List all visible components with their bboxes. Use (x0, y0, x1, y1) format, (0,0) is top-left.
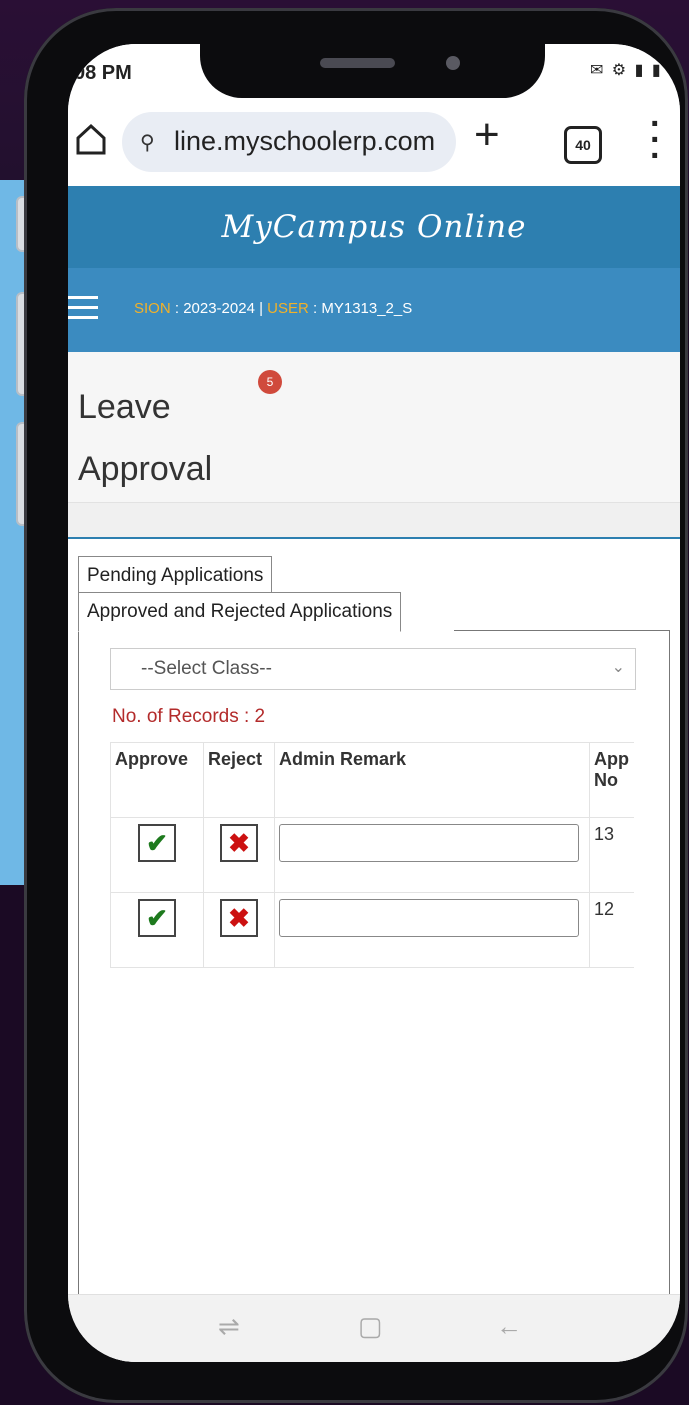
approve-check-icon[interactable]: ✔ (138, 824, 176, 862)
app-no-cell: 13 (589, 817, 634, 893)
records-count: No. of Records : 2 (112, 706, 266, 727)
header-reject: Reject (203, 742, 275, 818)
tab-panel (78, 630, 670, 1361)
tab-pending-applications[interactable]: Pending Applications (78, 556, 273, 596)
admin-remark-input[interactable] (279, 824, 579, 862)
tab-approved-rejected-applications[interactable]: Approved and Rejected Applications (78, 592, 402, 632)
header-approve: Approve (110, 742, 204, 818)
back-icon[interactable]: ← (496, 1311, 522, 1342)
app-no-cell: 12 (589, 892, 634, 968)
reject-cell: ✖ (203, 892, 275, 968)
reject-cell: ✖ (203, 817, 275, 893)
admin-remark-input[interactable] (279, 899, 579, 937)
session-info: SION : 2023-2024 | USER : MY1313_2_S (134, 300, 412, 317)
remark-cell (274, 817, 590, 893)
applications-table: Approve Reject Admin Remark App No ✔ ✖ 1… (110, 742, 634, 968)
class-select[interactable]: --Select Class-- ⌄ (110, 648, 636, 690)
chevron-down-icon: ⌄ (611, 659, 625, 676)
front-camera (446, 56, 460, 70)
tab-switcher-button[interactable]: 40 (564, 126, 602, 164)
session-value: : 2023-2024 | (170, 300, 268, 317)
page-title-line2: Approval (78, 450, 213, 488)
content-divider (68, 503, 680, 539)
menu-hamburger-icon[interactable] (68, 296, 98, 320)
more-menu-icon[interactable]: · · · (650, 107, 661, 173)
app-title: MyCampus Online (221, 209, 527, 245)
status-icons: ✉ ⚙ ▮ ▮ 6 (589, 62, 680, 79)
phone-screen: 08 PM ✉ ⚙ ▮ ▮ 6 ⚲ line.myschoolerp.com +… (68, 44, 680, 1362)
session-label: SION (134, 300, 171, 317)
remark-cell (274, 892, 590, 968)
home-button-icon[interactable]: ▢ (358, 1311, 383, 1342)
table-row: ✔ ✖ 12 (110, 892, 634, 968)
system-nav-bar: ⇌ ▢ ← (68, 1294, 680, 1362)
class-select-value: --Select Class-- (141, 658, 272, 679)
user-value: : MY1313_2_S (308, 300, 413, 317)
address-bar[interactable]: ⚲ line.myschoolerp.com (122, 112, 456, 172)
app-header: MyCampus Online (68, 186, 680, 268)
new-tab-icon[interactable]: + (474, 110, 500, 160)
table-header-row: Approve Reject Admin Remark App No (110, 742, 634, 818)
browser-toolbar: ⚲ line.myschoolerp.com + 40 · · · (68, 100, 680, 186)
page-title-area: Leave Approval 5 (68, 352, 680, 503)
speaker (320, 58, 395, 68)
site-settings-icon[interactable]: ⚲ (140, 130, 155, 155)
url-text: line.myschoolerp.com (174, 126, 436, 156)
table-row: ✔ ✖ 13 (110, 817, 634, 893)
approve-cell: ✔ (110, 817, 204, 893)
header-app-no: App No (589, 742, 634, 818)
reject-cross-icon[interactable]: ✖ (220, 899, 258, 937)
approve-check-icon[interactable]: ✔ (138, 899, 176, 937)
page-title: Leave Approval (78, 376, 278, 500)
approve-cell: ✔ (110, 892, 204, 968)
page-title-line1: Leave (78, 388, 171, 426)
recent-apps-icon[interactable]: ⇌ (218, 1311, 240, 1342)
notification-badge[interactable]: 5 (258, 370, 282, 394)
phone-notch (200, 36, 545, 98)
session-bar: SION : 2023-2024 | USER : MY1313_2_S (68, 268, 680, 352)
reject-cross-icon[interactable]: ✖ (220, 824, 258, 862)
status-time: 08 PM (74, 62, 132, 84)
header-app-no-line1: App (594, 749, 629, 769)
header-app-no-line2: No (594, 770, 618, 790)
user-label: USER (267, 300, 309, 317)
header-admin-remark: Admin Remark (274, 742, 590, 818)
home-icon[interactable] (74, 122, 108, 156)
